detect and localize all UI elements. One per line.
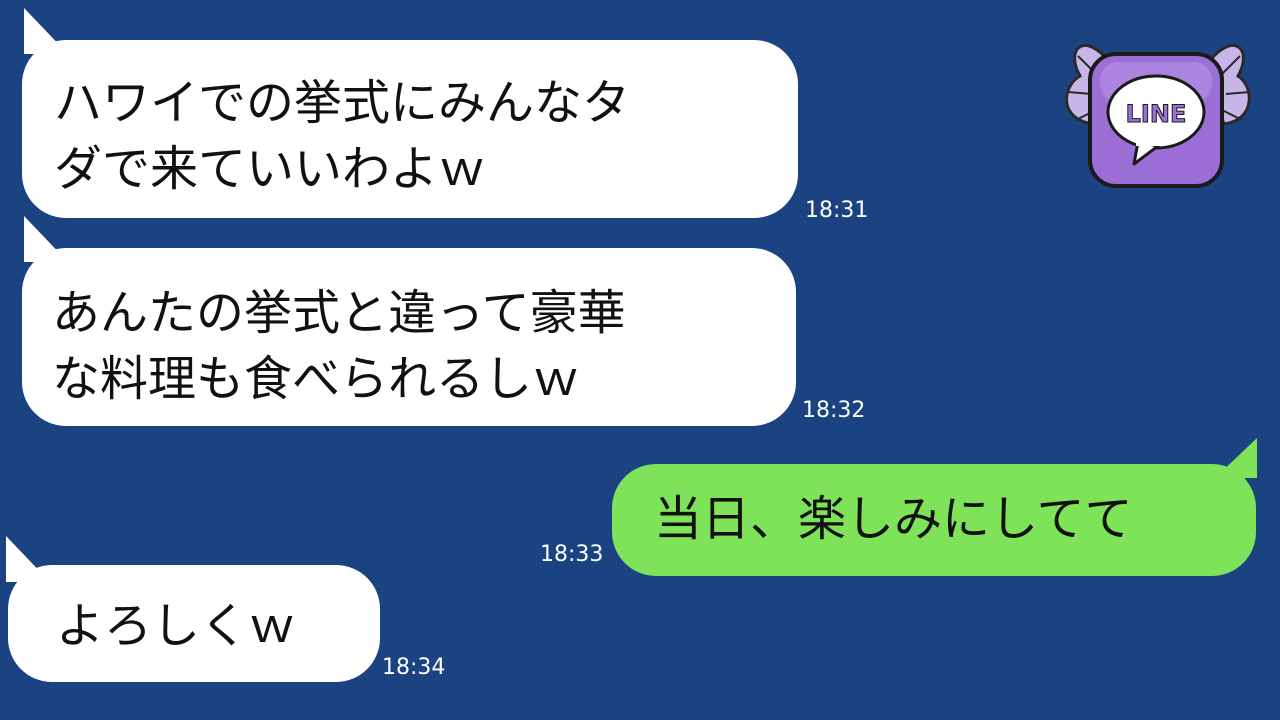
message-text-line: な料理も食べられるしｗ bbox=[52, 351, 581, 407]
incoming-message-bubble[interactable]: ハワイでの挙式にみんなタ ダで来ていいわよｗ bbox=[22, 40, 798, 218]
message-timestamp: 18:33 bbox=[540, 542, 604, 567]
logo-text: LINE bbox=[1126, 100, 1187, 128]
message-timestamp: 18:32 bbox=[802, 398, 866, 423]
message-text-line: よろしくｗ bbox=[56, 598, 297, 654]
incoming-message-bubble[interactable]: あんたの挙式と違って豪華 な料理も食べられるしｗ bbox=[22, 248, 796, 426]
message-text-line: 当日、楽しみにしてて bbox=[654, 491, 1133, 547]
message-text-line: ハワイでの挙式にみんなタ bbox=[54, 75, 631, 131]
message-text-line: ダで来ていいわよｗ bbox=[54, 141, 487, 197]
message-timestamp: 18:34 bbox=[382, 655, 446, 680]
incoming-message-bubble[interactable]: よろしくｗ bbox=[8, 565, 380, 682]
message-timestamp: 18:31 bbox=[805, 198, 869, 223]
message-text-line: あんたの挙式と違って豪華 bbox=[52, 285, 626, 341]
line-app-logo-icon: LINE bbox=[1065, 44, 1251, 188]
outgoing-message-bubble[interactable]: 当日、楽しみにしてて bbox=[612, 464, 1256, 576]
